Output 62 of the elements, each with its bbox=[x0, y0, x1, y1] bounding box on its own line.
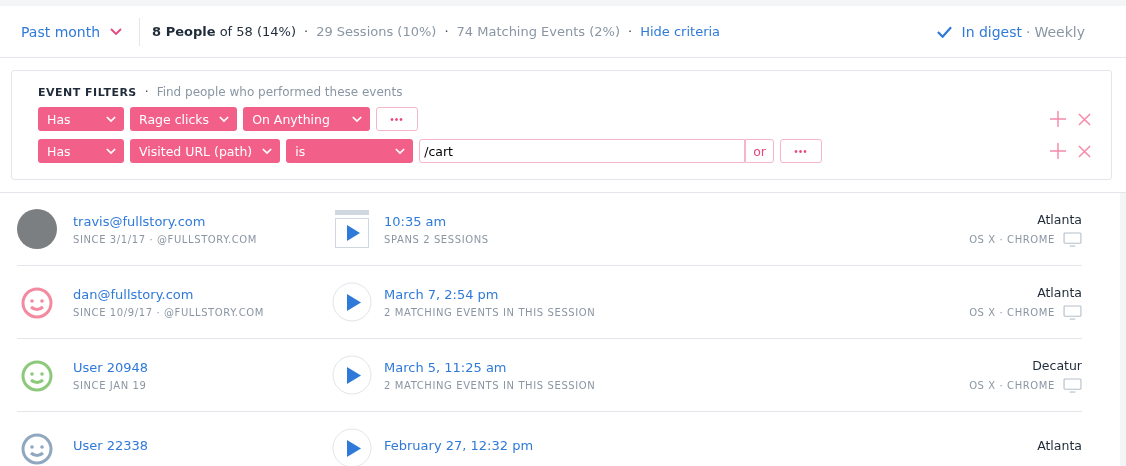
in-digest-link[interactable]: In digest bbox=[961, 23, 1022, 40]
date-range-dropdown[interactable]: Past month bbox=[21, 23, 123, 40]
filter-dropdown[interactable]: On Anything bbox=[243, 107, 371, 131]
filters-heading: EVENT FILTERS bbox=[38, 86, 137, 99]
close-icon[interactable] bbox=[1078, 112, 1091, 126]
chevron-icon bbox=[395, 147, 406, 155]
monitor-icon bbox=[1063, 231, 1082, 247]
url-input-field[interactable]: /cart bbox=[419, 139, 746, 163]
caret-icon bbox=[110, 27, 123, 36]
location-text: Atlanta bbox=[1036, 211, 1082, 227]
separator-dot: · bbox=[444, 24, 449, 39]
avatar-photo bbox=[17, 209, 57, 249]
person-name-link[interactable]: User 22338 bbox=[73, 438, 332, 453]
chevron-icon bbox=[352, 115, 363, 123]
device-info: OS X · CHROME bbox=[969, 306, 1055, 318]
people-count: 8 People of 58 (14%) bbox=[152, 24, 297, 39]
session-detail: SPANS 2 SESSIONS bbox=[384, 233, 490, 245]
filter-dropdown[interactable]: Has bbox=[38, 107, 124, 131]
location-text: Decatur bbox=[1031, 357, 1082, 373]
filter-dropdown[interactable]: Rage clicks bbox=[130, 107, 238, 131]
person-meta: SINCE JAN 19 bbox=[73, 379, 148, 391]
digest-frequency: Weekly bbox=[1034, 23, 1085, 40]
location-text: Atlanta bbox=[1036, 284, 1082, 300]
more-options-button[interactable]: ••• bbox=[780, 139, 822, 163]
person-name-link[interactable]: User 20948 bbox=[73, 359, 332, 375]
person-name-link[interactable]: dan@fullstory.com bbox=[73, 286, 332, 302]
chevron-icon bbox=[106, 115, 116, 123]
more-options-button[interactable]: ••• bbox=[376, 107, 419, 131]
session-time-link[interactable]: March 5, 11:25 am bbox=[384, 359, 970, 375]
filter-dropdown[interactable]: Has bbox=[38, 139, 124, 163]
chevron-icon bbox=[262, 147, 273, 155]
filter-dropdown[interactable]: is bbox=[286, 139, 414, 163]
session-time-link[interactable]: February 27, 12:32 pm bbox=[384, 438, 1038, 453]
summary-stat: 29 Sessions (10%) bbox=[316, 24, 437, 39]
location-text: Atlanta bbox=[1037, 438, 1082, 453]
person-name-link[interactable]: travis@fullstory.com bbox=[73, 213, 332, 229]
play-button-icon[interactable] bbox=[332, 282, 372, 322]
play-button-icon[interactable] bbox=[332, 355, 372, 395]
separator-dot: · bbox=[1026, 23, 1031, 40]
session-time-link[interactable]: 10:35 am bbox=[384, 213, 970, 229]
chevron-icon bbox=[219, 115, 230, 123]
session-time-link[interactable]: March 7, 2:54 pm bbox=[384, 286, 970, 302]
person-meta: SINCE 10/9/17 · @FULLSTORY.COM bbox=[73, 306, 265, 318]
hide-criteria-link[interactable]: Hide criteria bbox=[640, 24, 721, 39]
monitor-icon bbox=[1063, 377, 1082, 393]
play-button-icon[interactable] bbox=[332, 428, 372, 466]
separator-dot: · bbox=[144, 85, 149, 99]
play-video-icon[interactable] bbox=[332, 209, 372, 249]
monitor-icon bbox=[1063, 304, 1082, 320]
separator-dot: · bbox=[628, 24, 633, 39]
device-info: OS X · CHROME bbox=[969, 379, 1055, 391]
summary-stat: 74 Matching Events (2%) bbox=[456, 24, 621, 39]
person-meta: SINCE 3/1/17 · @FULLSTORY.COM bbox=[73, 233, 258, 245]
chevron-icon bbox=[106, 147, 116, 155]
close-icon[interactable] bbox=[1078, 144, 1091, 158]
or-button[interactable]: or bbox=[745, 139, 774, 163]
filter-dropdown[interactable]: Visited URL (path) bbox=[130, 139, 281, 163]
device-info: OS X · CHROME bbox=[969, 233, 1055, 245]
separator-dot: · bbox=[304, 24, 309, 39]
session-detail: 2 MATCHING EVENTS IN THIS SESSION bbox=[384, 306, 597, 318]
filters-description: Find people who performed these events bbox=[156, 85, 403, 99]
session-detail: 2 MATCHING EVENTS IN THIS SESSION bbox=[384, 379, 597, 391]
